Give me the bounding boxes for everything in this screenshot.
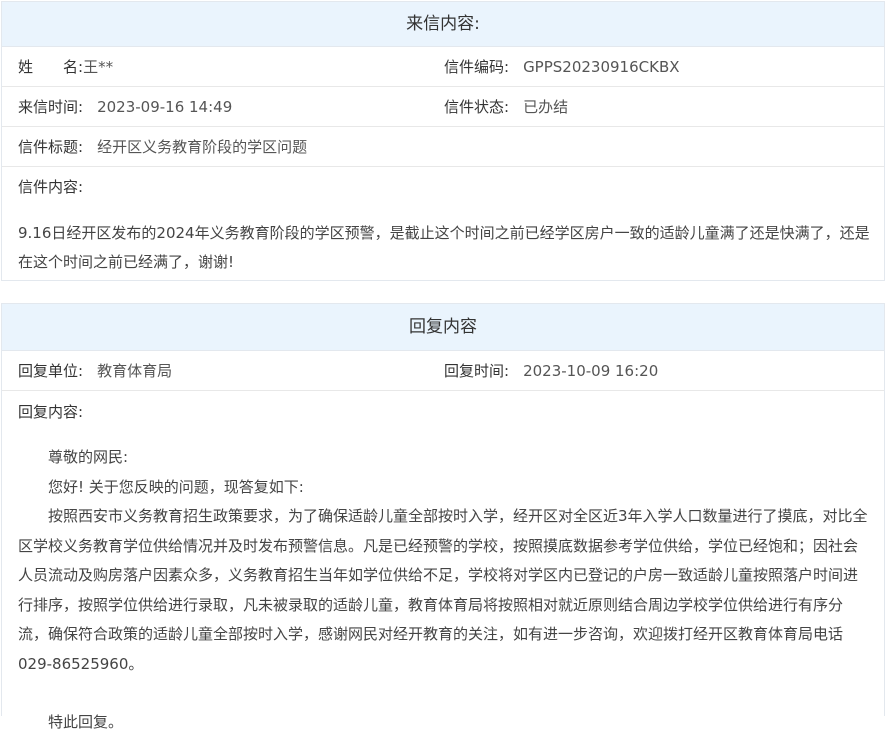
- reply-greeting: 尊敬的网民:: [48, 448, 129, 466]
- name-label: 姓 名:: [18, 56, 83, 77]
- status-value: 已办结: [523, 98, 569, 116]
- reply-unit-field: 回复单位: 教育体育局: [18, 351, 172, 390]
- reply-intro: 您好! 关于您反映的问题，现答复如下:: [48, 478, 304, 496]
- reply-unit-value: 教育体育局: [97, 362, 173, 380]
- code-field: 信件编码: GPPS20230916CKBX: [444, 47, 680, 86]
- title-label: 信件标题:: [18, 138, 84, 156]
- letter-time-label: 来信时间:: [18, 98, 84, 116]
- reply-row-unit-time: 回复单位: 教育体育局 回复时间: 2023-10-09 16:20: [2, 351, 884, 391]
- letter-row-content: 信件内容: 9.16日经开区发布的2024年义务教育阶段的学区预警，是截止这个时…: [2, 167, 884, 281]
- letter-content-label: 信件内容:: [18, 177, 84, 196]
- reply-unit-label: 回复单位:: [18, 362, 84, 380]
- status-label: 信件状态:: [444, 98, 510, 116]
- letter-row-title: 信件标题: 经开区义务教育阶段的学区问题: [2, 127, 884, 167]
- letter-row-time-status: 来信时间: 2023-09-16 14:49 信件状态: 已办结: [2, 87, 884, 127]
- reply-row-content: 回复内容: 尊敬的网民: 您好! 关于您反映的问题，现答复如下: 按照西安市义务…: [2, 391, 884, 732]
- letter-time-value: 2023-09-16 14:49: [97, 97, 233, 116]
- status-field: 信件状态: 已办结: [444, 87, 568, 126]
- letter-panel-header: 来信内容:: [2, 2, 884, 47]
- code-label: 信件编码:: [444, 58, 510, 76]
- name-field: 姓 名: 王**: [18, 47, 113, 86]
- reply-time-field: 回复时间: 2023-10-09 16:20: [444, 351, 658, 390]
- title-field: 信件标题: 经开区义务教育阶段的学区问题: [18, 127, 307, 166]
- name-value: 王**: [83, 58, 114, 76]
- reply-panel: 回复内容 回复单位: 教育体育局 回复时间: 2023-10-09 16:20 …: [1, 303, 885, 732]
- reply-time-label: 回复时间:: [444, 362, 510, 380]
- name-label-char1: 姓: [18, 58, 34, 76]
- letter-content-text: 9.16日经开区发布的2024年义务教育阶段的学区预警，是截止这个时间之前已经学…: [18, 224, 870, 271]
- reply-body: 按照西安市义务教育招生政策要求，为了确保适龄儿童全部按时入学，经开区对全区近3年…: [18, 507, 868, 673]
- name-label-char2: 名:: [63, 58, 84, 76]
- letter-row-name-code: 姓 名: 王** 信件编码: GPPS20230916CKBX: [2, 47, 884, 87]
- title-value: 经开区义务教育阶段的学区问题: [97, 138, 308, 156]
- reply-time-value: 2023-10-09 16:20: [523, 361, 659, 380]
- reply-content-label: 回复内容:: [18, 402, 84, 421]
- reply-panel-header: 回复内容: [2, 304, 884, 351]
- letter-time-field: 来信时间: 2023-09-16 14:49: [18, 87, 232, 126]
- reply-closing: 特此回复。: [48, 713, 124, 731]
- code-value: GPPS20230916CKBX: [523, 57, 680, 76]
- letter-panel: 来信内容: 姓 名: 王** 信件编码: GPPS20230916CKBX 来信时…: [1, 1, 885, 281]
